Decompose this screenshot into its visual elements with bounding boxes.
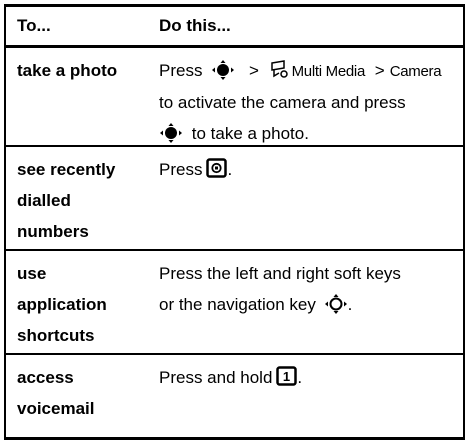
action-line-1: Press > Multi Media > Camera [159, 55, 463, 87]
task-label-line: numbers [17, 222, 89, 241]
task-label: take a photo [17, 61, 118, 80]
action-text: . [297, 368, 303, 387]
header-to: To... [17, 16, 51, 35]
separator: > [248, 61, 259, 80]
task-cell: see recently dialled numbers [6, 147, 151, 249]
action-cell: Press and hold 1 . [151, 355, 463, 437]
multimedia-menu-icon [269, 58, 289, 78]
task-label-line: use [17, 264, 47, 283]
table-row-app-shortcuts: use application shortcuts Press the left… [6, 251, 463, 355]
action-text: to take a photo. [191, 124, 309, 143]
one-key-label: 1 [283, 369, 290, 384]
page: To... Do this... take a photo Press > Mu… [0, 0, 468, 440]
task-label-line: voicemail [17, 399, 95, 418]
menu-name: Multi Media [291, 63, 366, 80]
task-label-line: access [17, 368, 74, 387]
menu-item-name: Camera [389, 63, 442, 80]
task-cell: access voicemail [6, 355, 151, 437]
navigation-key-icon [211, 59, 235, 80]
action-text: . [347, 295, 353, 314]
task-label-line: shortcuts [17, 326, 95, 345]
header-do-this: Do this... [159, 16, 231, 35]
table-row-voicemail: access voicemail Press and hold 1 . [6, 355, 463, 440]
table-row-take-photo: take a photo Press > Multi Media > Camer… [6, 48, 463, 147]
task-label-line: application [17, 295, 107, 314]
action-line-2: to activate the camera and press [159, 93, 406, 112]
navigation-key-icon [159, 122, 183, 143]
task-cell: use application shortcuts [6, 251, 151, 353]
action-text: or the navigation key [159, 295, 316, 314]
send-key-icon [206, 157, 228, 178]
action-cell: Press the left and right soft keys or th… [151, 251, 463, 353]
table-header: To... Do this... [6, 4, 463, 48]
table-row-recent-calls: see recently dialled numbers Press . [6, 147, 463, 251]
one-key-icon: 1 [276, 365, 298, 386]
navigation-key-outline-icon [324, 293, 348, 314]
action-cell: Press . [151, 147, 463, 249]
action-line: Press the left and right soft keys [159, 264, 401, 283]
action-text: Press and hold [159, 368, 273, 387]
action-line: or the navigation key . [159, 289, 463, 320]
task-label-line: see recently [17, 160, 116, 179]
action-text: Press [159, 160, 203, 179]
instructions-table: To... Do this... take a photo Press > Mu… [4, 4, 465, 440]
action-line-3: to take a photo. [159, 118, 463, 149]
action-text: . [227, 160, 233, 179]
task-cell: take a photo [6, 48, 151, 145]
action-cell: Press > Multi Media > Camera to activate… [151, 48, 463, 145]
separator: > [374, 61, 385, 80]
action-text: Press [159, 61, 203, 80]
task-label-line: dialled [17, 191, 71, 210]
